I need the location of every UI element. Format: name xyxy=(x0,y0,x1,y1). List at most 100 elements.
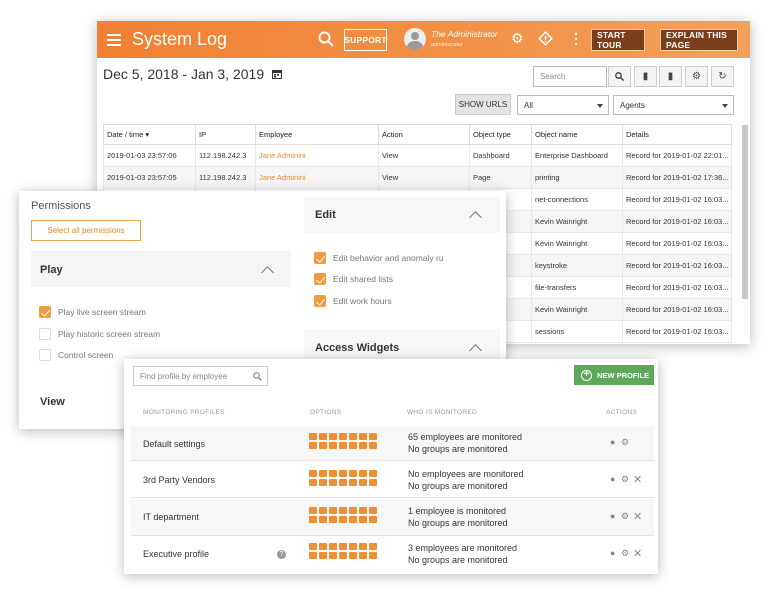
col-header-employee[interactable]: Employee xyxy=(255,124,379,145)
refresh-button[interactable]: ↻ xyxy=(711,66,734,87)
new-profile-button[interactable]: + NEW PROFILE xyxy=(574,365,654,385)
profile-name[interactable]: 3rd Party Vendors xyxy=(143,475,215,485)
view-heading[interactable]: View xyxy=(40,396,65,408)
export-pdf-button[interactable]: ▮ xyxy=(634,66,657,87)
search-icon[interactable] xyxy=(253,372,262,381)
profile-row[interactable]: Executive profile ? 3 employees are moni… xyxy=(131,537,654,574)
close-icon[interactable]: ✕ xyxy=(633,510,642,523)
gear-icon[interactable]: ⚙ xyxy=(621,474,629,485)
col-header-object-name[interactable]: Object name xyxy=(531,124,623,145)
gear-icon: ⚙ xyxy=(692,71,701,82)
profile-name[interactable]: IT department xyxy=(143,512,199,522)
profile-name[interactable]: Default settings xyxy=(143,439,205,449)
filter-all-select[interactable]: All xyxy=(517,95,609,115)
user-name[interactable]: The Administrator xyxy=(431,29,498,39)
show-urls-button[interactable]: SHOW URLS xyxy=(455,94,511,115)
user-icon[interactable]: ● xyxy=(610,437,615,447)
checkbox-control-screen[interactable]: Control screen xyxy=(39,349,113,361)
options-icons xyxy=(309,433,379,449)
export-csv-button[interactable]: ▮ xyxy=(659,66,682,87)
date-range-text: Dec 5, 2018 - Jan 3, 2019 xyxy=(103,66,265,82)
table-header-row: Date / time ▾ IP Employee Action Object … xyxy=(103,124,732,145)
employee-link[interactable]: Jane Adminini xyxy=(255,166,379,189)
table-row: 2019-01-03 23:57:05 112.198.242.3 Jane Adm… xyxy=(103,166,732,189)
employee-link[interactable]: Jane Adminini xyxy=(255,144,379,167)
filter-agents-select[interactable]: Agents xyxy=(613,95,734,115)
checkbox-edit-shared-lists[interactable]: Edit shared lists xyxy=(314,273,393,285)
checkbox-unchecked[interactable] xyxy=(39,328,51,340)
monitored-summary: 3 employees are monitored No groups are m… xyxy=(408,543,518,565)
edit-heading: Edit xyxy=(315,209,336,221)
col-header-details[interactable]: Details xyxy=(622,124,732,145)
search-button[interactable] xyxy=(608,66,631,87)
monitored-summary: 65 employees are monitored No groups are … xyxy=(408,432,523,454)
profile-search-input[interactable]: Find profile by employee xyxy=(133,366,268,386)
profile-name[interactable]: Executive profile xyxy=(143,549,209,559)
col-header-date[interactable]: Date / time ▾ xyxy=(103,124,196,145)
avatar[interactable] xyxy=(404,28,426,50)
support-button[interactable]: SUPPORT xyxy=(344,29,387,51)
profile-row[interactable]: Default settings 65 employees are monito… xyxy=(131,426,654,461)
vertical-scrollbar[interactable] xyxy=(742,125,748,299)
gear-icon[interactable]: ⚙ xyxy=(621,511,629,522)
explain-page-button[interactable]: EXPLAIN THIS PAGE xyxy=(660,29,738,51)
checkbox-checked[interactable] xyxy=(314,295,326,307)
log-search-input[interactable]: Search xyxy=(533,66,607,87)
gear-icon[interactable]: ⚙ xyxy=(621,437,629,448)
user-icon[interactable]: ● xyxy=(610,511,615,521)
gear-icon[interactable]: ⚙ xyxy=(621,548,629,559)
sort-down-icon: ▾ xyxy=(145,130,150,139)
calendar-icon[interactable] xyxy=(271,68,283,80)
close-icon[interactable]: ✕ xyxy=(633,547,642,560)
profile-row[interactable]: IT department 1 employee is monitored No … xyxy=(131,499,654,536)
close-icon[interactable]: ✕ xyxy=(633,473,642,486)
start-tour-button[interactable]: START TOUR xyxy=(591,29,645,51)
checkbox-checked[interactable] xyxy=(314,273,326,285)
checkbox-play-historic[interactable]: Play historic screen stream xyxy=(39,328,160,340)
options-icons xyxy=(309,507,379,523)
gear-icon[interactable]: ⚙ xyxy=(511,31,524,45)
more-vertical-icon[interactable]: ⋮ xyxy=(569,31,583,45)
filter-all-value: All xyxy=(524,100,533,110)
search-icon xyxy=(615,72,624,81)
monitored-summary: No employees are monitored No groups are … xyxy=(408,469,524,491)
options-icons xyxy=(309,470,379,486)
user-role: administrator xyxy=(431,42,463,48)
col-header-action[interactable]: Action xyxy=(378,124,470,145)
profile-row[interactable]: 3rd Party Vendors No employees are monit… xyxy=(131,462,654,498)
col-header-object-type[interactable]: Object type xyxy=(469,124,532,145)
search-icon[interactable] xyxy=(318,31,334,47)
checkbox-unchecked[interactable] xyxy=(39,349,51,361)
page-title: System Log xyxy=(132,29,228,49)
table-row: 2019-01-03 23:57:06 112.198.242.3 Jane Adm… xyxy=(103,144,732,167)
col-header-options: OPTIONS xyxy=(310,409,342,416)
col-header-ip[interactable]: IP xyxy=(195,124,256,145)
checkbox-checked[interactable] xyxy=(314,252,326,264)
menu-icon[interactable] xyxy=(107,33,121,46)
settings-button[interactable]: ⚙ xyxy=(685,66,708,87)
checkbox-play-live[interactable]: Play live screen stream xyxy=(39,306,146,318)
file-icon: ▮ xyxy=(667,71,674,82)
app-header: System Log SUPPORT The Administrator adm… xyxy=(97,21,750,58)
alert-icon[interactable] xyxy=(538,31,553,46)
play-section-header[interactable] xyxy=(31,251,291,287)
select-all-permissions-button[interactable]: Select all permissions xyxy=(31,220,141,241)
checkbox-checked[interactable] xyxy=(39,306,51,318)
col-header-actions: ACTIONS xyxy=(606,409,637,416)
date-range-picker[interactable]: Dec 5, 2018 - Jan 3, 2019 xyxy=(103,66,283,82)
caret-down-icon xyxy=(597,104,603,108)
play-heading: Play xyxy=(40,264,63,276)
help-icon[interactable]: ? xyxy=(277,550,286,559)
checkbox-edit-behavior[interactable]: Edit behavior and anomaly ru xyxy=(314,252,444,264)
file-icon: ▮ xyxy=(642,71,649,82)
options-icons xyxy=(309,543,379,559)
access-widgets-heading: Access Widgets xyxy=(315,342,400,354)
monitoring-profiles-window: Find profile by employee + NEW PROFILE MO… xyxy=(124,359,658,574)
checkbox-edit-work-hours[interactable]: Edit work hours xyxy=(314,295,392,307)
user-icon[interactable]: ● xyxy=(610,474,615,484)
profile-search-placeholder: Find profile by employee xyxy=(140,371,228,381)
user-icon[interactable]: ● xyxy=(610,548,615,558)
caret-down-icon xyxy=(722,104,728,108)
monitored-summary: 1 employee is monitored No groups are mon… xyxy=(408,506,508,528)
col-header-who: WHO IS MONITORED xyxy=(407,409,478,416)
